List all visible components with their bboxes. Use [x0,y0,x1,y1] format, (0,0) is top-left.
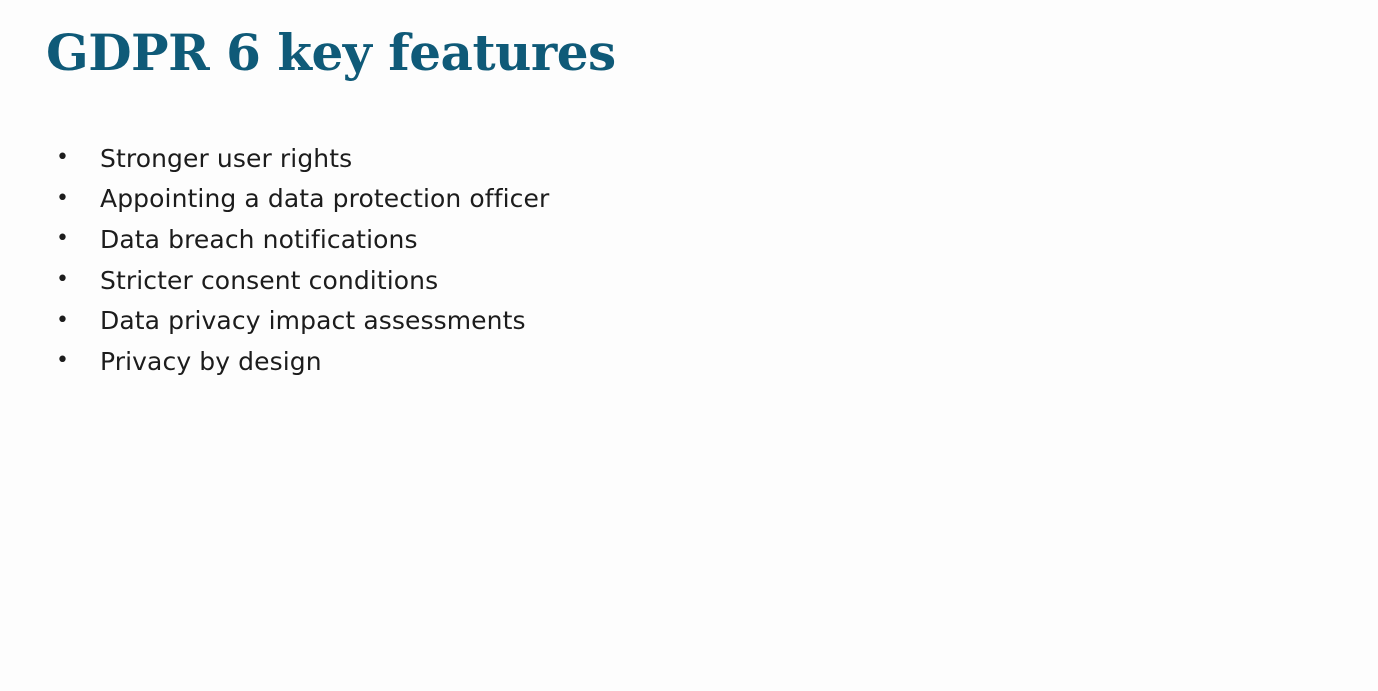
slide-title: GDPR 6 key features [46,23,616,82]
list-item: • Data breach notifications [56,219,549,260]
bullet-icon: • [56,267,69,293]
bullet-text: Appointing a data protection officer [100,184,550,214]
bullet-icon: • [56,226,69,252]
bullet-icon: • [56,307,69,333]
bullet-list: • Stronger user rights • Appointing a da… [56,138,549,382]
bullet-icon: • [56,185,69,211]
list-item: • Appointing a data protection officer [56,179,549,220]
list-item: • Privacy by design [56,341,549,382]
slide: GDPR 6 key features • Stronger user righ… [0,0,1378,691]
bullet-icon: • [56,348,69,374]
list-item: • Data privacy impact assessments [56,300,549,341]
bullet-text: Data privacy impact assessments [100,306,526,336]
bullet-text: Stricter consent conditions [100,265,439,295]
list-item: • Stricter consent conditions [56,260,549,301]
bullet-text: Privacy by design [100,346,322,376]
bullet-text: Data breach notifications [100,224,418,254]
bullet-text: Stronger user rights [100,143,353,173]
list-item: • Stronger user rights [56,138,549,179]
bullet-icon: • [56,145,69,171]
